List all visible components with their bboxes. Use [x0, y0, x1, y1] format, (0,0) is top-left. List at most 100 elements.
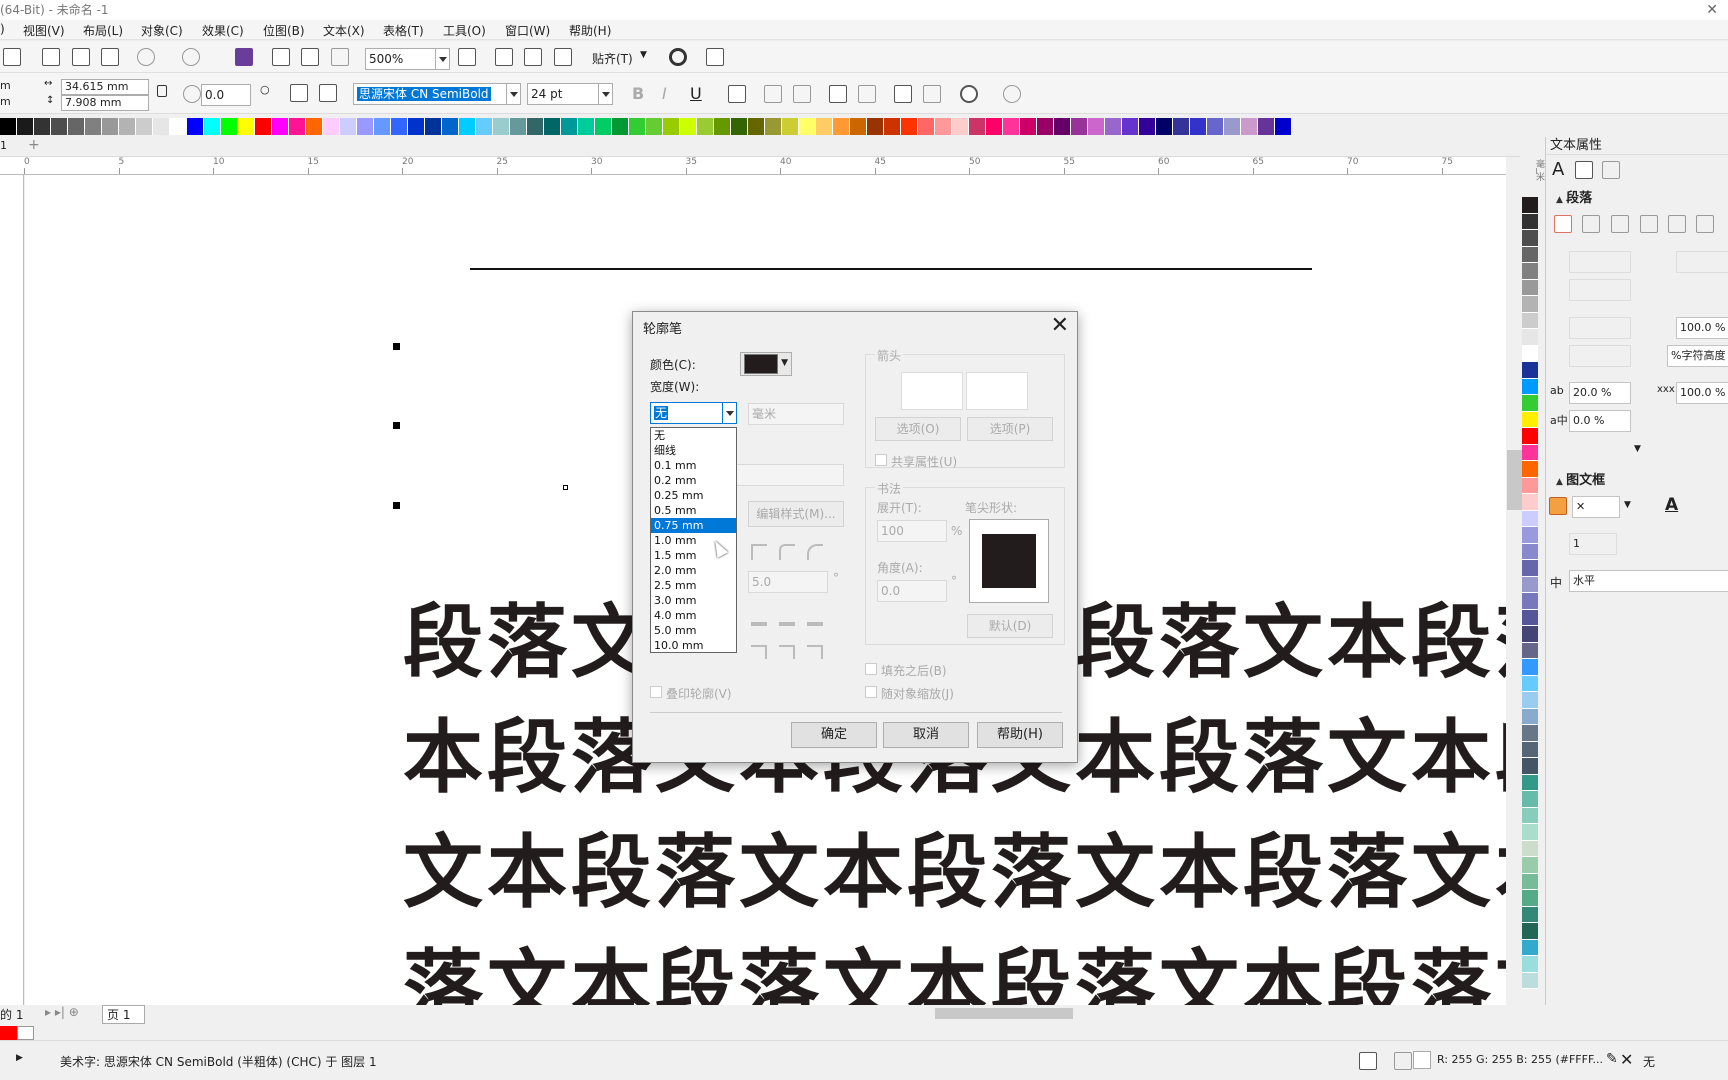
justify-icon[interactable]	[1668, 215, 1686, 233]
palette-swatch[interactable]	[1522, 824, 1538, 841]
line-spacing-unit-select[interactable]: %字符高度	[1667, 345, 1728, 367]
text-properties-icon[interactable]	[829, 85, 847, 103]
palette-swatch[interactable]	[1207, 118, 1224, 135]
char-spacing-field[interactable]: 20.0 %	[1569, 382, 1631, 404]
palette-swatch[interactable]	[1522, 939, 1538, 956]
palette-swatch[interactable]	[1224, 118, 1241, 135]
palette-swatch[interactable]	[68, 118, 85, 135]
palette-swatch[interactable]	[1071, 118, 1088, 135]
width-select[interactable]: 无	[650, 402, 737, 424]
palette-swatch[interactable]	[1522, 642, 1538, 659]
palette-swatch[interactable]	[1522, 428, 1538, 445]
palette-swatch[interactable]	[1522, 890, 1538, 907]
palette-swatch[interactable]	[1522, 197, 1538, 214]
palette-swatch[interactable]	[357, 118, 374, 135]
palette-swatch[interactable]	[663, 118, 680, 135]
palette-swatch[interactable]	[170, 118, 187, 135]
palette-swatch[interactable]	[1522, 246, 1538, 263]
color-picker-button[interactable]: ▼	[740, 352, 792, 376]
help-button[interactable]: 帮助(H)	[977, 722, 1063, 748]
palette-swatch[interactable]	[527, 118, 544, 135]
fill-color-swatch[interactable]	[1413, 1051, 1431, 1069]
palette-swatch[interactable]	[1522, 444, 1538, 461]
palette-swatch[interactable]	[884, 118, 901, 135]
mirror-horizontal-icon[interactable]	[290, 84, 308, 102]
palette-swatch[interactable]	[102, 118, 119, 135]
palette-swatch[interactable]	[1522, 725, 1538, 742]
palette-swatch[interactable]	[1054, 118, 1071, 135]
page-tab[interactable]: 页 1	[102, 1005, 146, 1024]
text-alignment-icon[interactable]	[728, 85, 746, 103]
palette-swatch[interactable]	[1522, 576, 1538, 593]
palette-swatch[interactable]	[561, 118, 578, 135]
character-icon[interactable]: A	[1552, 159, 1564, 180]
horizontal-scroll-thumb[interactable]	[935, 1008, 1073, 1019]
align-center-icon[interactable]	[1611, 215, 1629, 233]
palette-swatch[interactable]	[731, 118, 748, 135]
palette-swatch[interactable]	[153, 118, 170, 135]
palette-swatch[interactable]	[629, 118, 646, 135]
palette-swatch[interactable]	[1522, 378, 1538, 395]
palette-swatch[interactable]	[408, 118, 425, 135]
palette-swatch[interactable]	[1522, 659, 1538, 676]
dialog-close-icon[interactable]: ✕	[1051, 312, 1069, 340]
palette-swatch[interactable]	[850, 118, 867, 135]
menu-text[interactable]: 文本(X)	[323, 22, 365, 39]
palette-swatch[interactable]	[1522, 675, 1538, 692]
palette-swatch[interactable]	[1105, 118, 1122, 135]
ok-button[interactable]: 确定	[791, 722, 877, 748]
palette-swatch[interactable]	[697, 118, 714, 135]
vertical-text-icon[interactable]	[923, 85, 941, 103]
paragraph-section-header[interactable]: 段落	[1556, 187, 1592, 206]
full-screen-icon[interactable]	[458, 48, 476, 66]
guidelines-icon[interactable]	[554, 48, 572, 66]
palette-swatch[interactable]	[935, 118, 952, 135]
selection-handle[interactable]	[393, 343, 400, 350]
palette-swatch[interactable]	[867, 118, 884, 135]
application-launcher-icon[interactable]	[706, 48, 724, 66]
width-dropdown-icon[interactable]	[722, 403, 736, 423]
palette-swatch[interactable]	[765, 118, 782, 135]
frame-background-icon[interactable]	[1549, 497, 1567, 515]
page-nav-icons[interactable]: ▸ ▸| ⊕	[45, 1005, 79, 1019]
grid-icon[interactable]	[524, 48, 542, 66]
palette-swatch[interactable]	[1522, 692, 1538, 709]
palette-swatch[interactable]	[442, 118, 459, 135]
font-size-select[interactable]: 24 pt	[527, 83, 613, 105]
palette-swatch[interactable]	[1522, 758, 1538, 775]
palette-swatch[interactable]	[1037, 118, 1054, 135]
snap-dropdown-icon[interactable]: ▼	[640, 50, 647, 60]
width-option[interactable]: 5.0 mm	[651, 623, 736, 638]
vertical-color-palette[interactable]	[1522, 197, 1540, 997]
paragraph-icon[interactable]	[1575, 161, 1593, 179]
palette-swatch[interactable]	[1522, 461, 1538, 478]
menu-layout[interactable]: 布局(L)	[83, 22, 123, 39]
palette-swatch[interactable]	[544, 118, 561, 135]
palette-swatch[interactable]	[1522, 741, 1538, 758]
palette-swatch[interactable]	[187, 118, 204, 135]
pdf-icon[interactable]	[331, 48, 349, 66]
palette-swatch[interactable]	[476, 118, 493, 135]
palette-swatch[interactable]	[1522, 560, 1538, 577]
width-option[interactable]: 0.25 mm	[651, 488, 736, 503]
edit-text-icon[interactable]	[858, 85, 876, 103]
frame-icon[interactable]	[1602, 161, 1620, 179]
object-width-field[interactable]: 34.615 mm	[61, 79, 149, 95]
align-right-icon[interactable]	[1640, 215, 1658, 233]
import-icon[interactable]	[272, 48, 290, 66]
rotation-field[interactable]: 0.0	[201, 84, 251, 106]
palette-swatch[interactable]	[85, 118, 102, 135]
bold-button[interactable]: B	[632, 84, 644, 103]
palette-swatch[interactable]	[136, 118, 153, 135]
palette-swatch[interactable]	[799, 118, 816, 135]
palette-swatch[interactable]	[748, 118, 765, 135]
text-fit-icon[interactable]: A	[1665, 495, 1678, 515]
palette-swatch[interactable]	[1020, 118, 1037, 135]
palette-swatch[interactable]	[34, 118, 51, 135]
palette-swatch[interactable]	[1522, 609, 1538, 626]
palette-swatch[interactable]	[1522, 510, 1538, 527]
copy-icon[interactable]	[72, 48, 90, 66]
palette-swatch[interactable]	[1522, 857, 1538, 874]
object-height-field[interactable]: 7.908 mm	[61, 95, 149, 111]
palette-swatch[interactable]	[340, 118, 357, 135]
